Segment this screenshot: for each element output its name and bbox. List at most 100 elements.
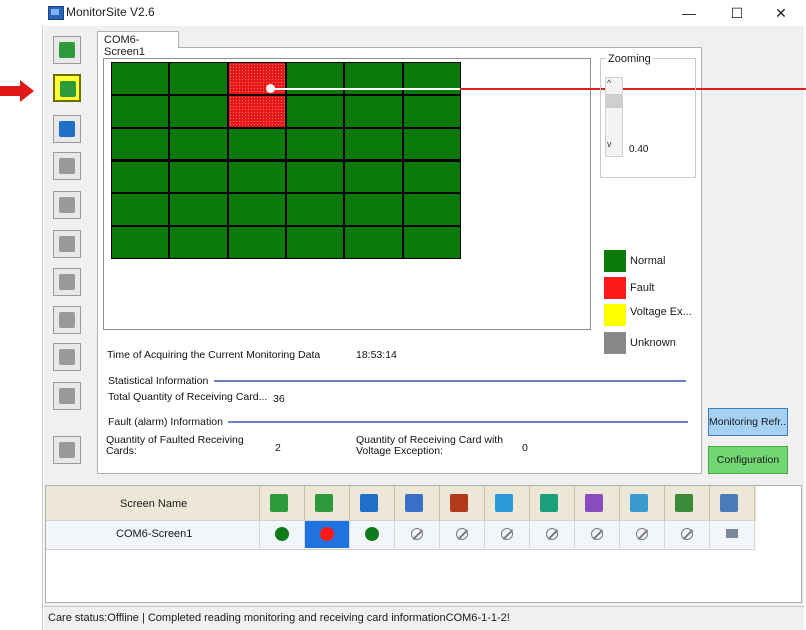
status-cell[interactable] bbox=[620, 521, 665, 548]
fault-info-title: Fault (alarm) Information bbox=[108, 416, 223, 428]
receiving-card-cell[interactable] bbox=[228, 128, 285, 160]
receiving-card-cell[interactable] bbox=[170, 95, 227, 127]
time-value: 18:53:14 bbox=[356, 349, 397, 361]
header-module-column bbox=[665, 486, 710, 520]
receiving-card-cell[interactable] bbox=[112, 194, 169, 226]
statistical-info-title: Statistical Information bbox=[108, 375, 209, 387]
legend-label-normal: Normal bbox=[630, 255, 666, 267]
status-bar: Care status:Offline | Completed reading … bbox=[44, 606, 804, 630]
receiving-card-cell[interactable] bbox=[403, 161, 460, 193]
header-magnet-column bbox=[575, 486, 620, 520]
monitoring-card-icon bbox=[315, 494, 333, 512]
status-cell[interactable] bbox=[305, 521, 350, 548]
receiving-card-cell[interactable] bbox=[170, 63, 227, 94]
toolbar-fan-button[interactable] bbox=[53, 268, 81, 296]
receiving-card-cell[interactable] bbox=[112, 128, 169, 160]
header-screen-name-label: Screen Name bbox=[120, 498, 188, 510]
status-cell[interactable] bbox=[395, 521, 440, 548]
receiving-card-cell[interactable] bbox=[403, 194, 460, 226]
receiving-card-cell[interactable] bbox=[170, 194, 227, 226]
receiving-card-cell[interactable] bbox=[228, 194, 285, 226]
status-cell[interactable] bbox=[710, 521, 755, 548]
receiving-card-cell[interactable] bbox=[112, 95, 169, 127]
receiving-card-cell[interactable] bbox=[403, 227, 460, 258]
header-cabinet-door-column bbox=[395, 486, 440, 520]
toolbar-monitoring-card-button[interactable] bbox=[53, 74, 81, 102]
receiving-card-cell[interactable] bbox=[228, 227, 285, 258]
status-ok-icon bbox=[365, 527, 379, 541]
legend-swatch-voltage bbox=[604, 304, 626, 326]
zoom-slider-thumb[interactable] bbox=[606, 94, 622, 108]
monitoring-card-icon bbox=[60, 81, 76, 97]
toolbar-magnet-button[interactable] bbox=[53, 343, 81, 371]
status-cell[interactable] bbox=[665, 521, 710, 548]
receiving-card-cell[interactable] bbox=[112, 63, 169, 94]
toolbar-receiving-card-button[interactable] bbox=[53, 36, 81, 64]
toolbar-temperature-button[interactable] bbox=[53, 115, 81, 143]
receiving-card-icon bbox=[59, 42, 75, 58]
receiving-card-cell[interactable] bbox=[403, 95, 460, 127]
header-receiving-card-column bbox=[260, 486, 305, 520]
toolbar-voltage-button[interactable] bbox=[53, 306, 81, 334]
monitoring-refresh-button[interactable]: Monitoring Refr... bbox=[708, 408, 788, 436]
zoom-down-icon[interactable]: v bbox=[607, 139, 612, 149]
status-cell[interactable] bbox=[485, 521, 530, 548]
cabinet-door-icon bbox=[59, 158, 75, 174]
exit-icon bbox=[630, 494, 648, 512]
receiving-card-cell[interactable] bbox=[345, 95, 402, 127]
header-screen-name: Screen Name bbox=[46, 486, 260, 520]
receiving-card-cell[interactable] bbox=[112, 161, 169, 193]
smoke-icon bbox=[59, 236, 75, 252]
header-smoke-column bbox=[440, 486, 485, 520]
receiving-card-cell[interactable] bbox=[112, 227, 169, 258]
legend-swatch-fault bbox=[604, 277, 626, 299]
receiving-card-cell[interactable] bbox=[287, 128, 344, 160]
smoke-icon bbox=[450, 494, 468, 512]
maximize-button[interactable]: ☐ bbox=[714, 0, 760, 26]
status-cell[interactable] bbox=[530, 521, 575, 548]
receiving-card-cell[interactable] bbox=[170, 128, 227, 160]
legend-label-fault: Fault bbox=[630, 282, 655, 294]
fan-icon bbox=[59, 274, 75, 290]
status-unavailable-icon bbox=[546, 528, 558, 540]
faulted-value: 2 bbox=[275, 442, 281, 454]
receiving-card-cell-fault[interactable] bbox=[228, 95, 285, 127]
status-cell[interactable] bbox=[350, 521, 395, 548]
header-temperature-column bbox=[350, 486, 395, 520]
receiving-card-cell[interactable] bbox=[287, 227, 344, 258]
red-arrow-marker bbox=[0, 80, 34, 102]
toolbar-module-button[interactable] bbox=[53, 436, 81, 464]
receiving-card-cell[interactable] bbox=[345, 227, 402, 258]
receiving-card-cell[interactable] bbox=[287, 194, 344, 226]
receiving-card-cell[interactable] bbox=[170, 161, 227, 193]
magnet-icon bbox=[59, 349, 75, 365]
toolbar-humidity-button[interactable] bbox=[53, 191, 81, 219]
receiving-card-icon bbox=[270, 494, 288, 512]
status-cell[interactable] bbox=[440, 521, 485, 548]
pointer-dot bbox=[266, 84, 275, 93]
receiving-card-cell[interactable] bbox=[287, 161, 344, 193]
status-cell[interactable] bbox=[575, 521, 620, 548]
toolbar-cabinet-door-button[interactable] bbox=[53, 152, 81, 180]
toolbar-smoke-button[interactable] bbox=[53, 230, 81, 258]
receiving-card-cell[interactable] bbox=[345, 128, 402, 160]
zoom-up-icon[interactable]: ^ bbox=[607, 78, 611, 88]
toolbar-exit-button[interactable] bbox=[53, 382, 81, 410]
fault-separator bbox=[228, 421, 688, 423]
receiving-card-cell[interactable] bbox=[403, 128, 460, 160]
header-fan-column bbox=[485, 486, 530, 520]
receiving-card-cell[interactable] bbox=[228, 161, 285, 193]
receiving-card-cell[interactable] bbox=[345, 161, 402, 193]
tab-com6-screen1[interactable]: COM6-Screen1 bbox=[97, 31, 179, 58]
legend-label-unknown: Unknown bbox=[630, 337, 676, 349]
receiving-card-cell[interactable] bbox=[345, 194, 402, 226]
minimize-button[interactable]: — bbox=[666, 0, 712, 26]
zoom-value: 0.40 bbox=[629, 144, 649, 155]
receiving-card-cell[interactable] bbox=[287, 95, 344, 127]
monitor-status-icon bbox=[726, 529, 738, 538]
close-button[interactable]: ✕ bbox=[758, 0, 804, 26]
status-cell[interactable] bbox=[260, 521, 305, 548]
receiving-card-cell[interactable] bbox=[170, 227, 227, 258]
configuration-button[interactable]: Configuration bbox=[708, 446, 788, 474]
row-screen-name: COM6-Screen1 bbox=[116, 528, 193, 540]
